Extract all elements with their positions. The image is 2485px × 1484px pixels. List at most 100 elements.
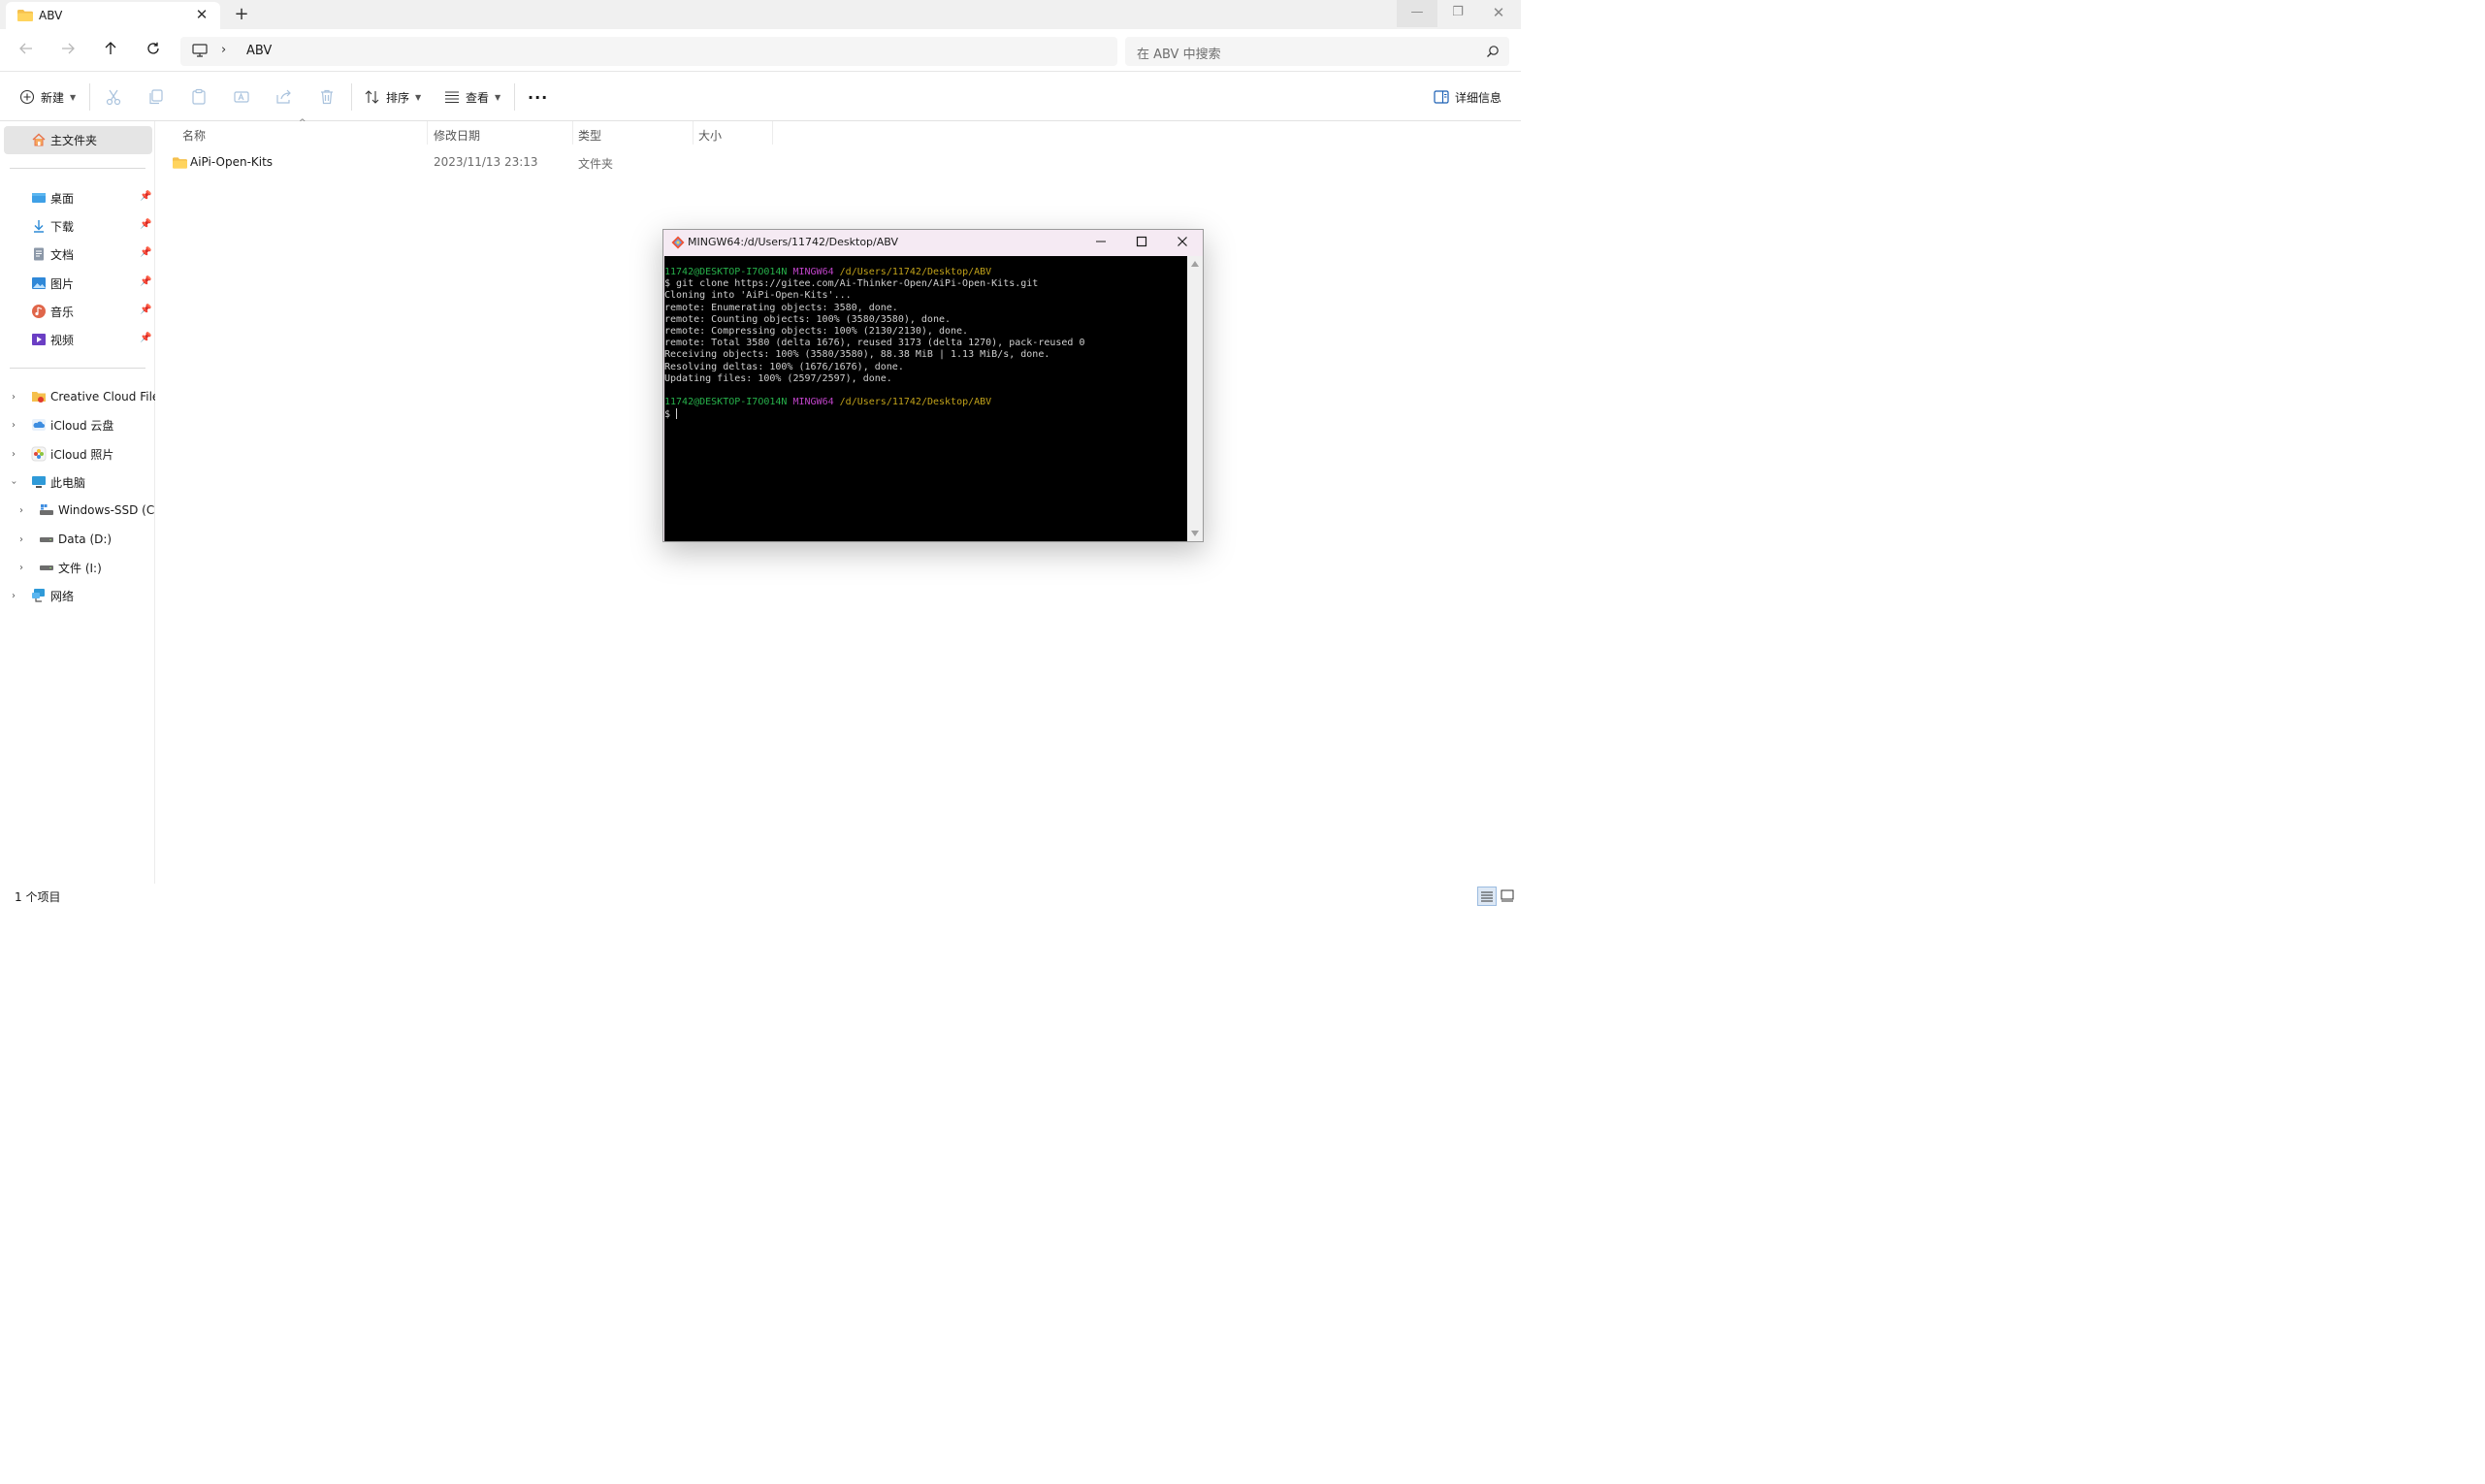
column-header-size[interactable]: 大小 <box>698 127 722 144</box>
scroll-down-icon[interactable] <box>1191 531 1199 536</box>
sidebar-item-videos[interactable]: 视频 <box>31 327 74 352</box>
prompt-env: MINGW64 <box>792 267 834 277</box>
new-tab-button[interactable]: + <box>231 4 252 25</box>
breadcrumb-item-abv[interactable]: ABV <box>246 44 272 58</box>
terminal-scrollbar[interactable] <box>1187 256 1203 541</box>
chevron-right-icon[interactable]: › <box>12 392 16 403</box>
sidebar-item-documents[interactable]: 文档 <box>31 242 74 267</box>
minimize-icon <box>1096 241 1106 242</box>
video-icon <box>32 334 46 345</box>
prompt-symbol: $ <box>664 409 677 421</box>
sidebar-item-drive-d[interactable]: › Data (D:) <box>19 527 112 552</box>
sidebar-item-label: 此电脑 <box>50 475 86 490</box>
cut-icon[interactable] <box>105 88 122 106</box>
minimize-button[interactable]: — <box>1397 0 1437 27</box>
chevron-right-icon[interactable]: › <box>12 449 16 460</box>
sidebar-item-music[interactable]: 音乐 <box>31 299 74 324</box>
pin-icon[interactable]: 📌 <box>140 305 151 315</box>
up-button[interactable] <box>99 40 122 63</box>
refresh-icon <box>147 42 159 54</box>
delete-icon[interactable] <box>318 88 336 106</box>
breadcrumb[interactable]: › ABV <box>180 37 1117 66</box>
column-header-type[interactable]: 类型 <box>578 127 601 144</box>
chevron-right-icon[interactable]: › <box>19 563 23 573</box>
sort-button[interactable]: 排序 ▼ <box>365 84 421 110</box>
more-options-button[interactable]: ··· <box>528 84 548 110</box>
this-pc-icon <box>192 44 208 57</box>
forward-button[interactable] <box>56 40 80 63</box>
column-header-date[interactable]: 修改日期 <box>434 127 480 144</box>
sidebar-item-icloud-photos[interactable]: › iCloud 照片 <box>12 441 113 467</box>
share-icon[interactable] <box>275 88 293 106</box>
close-window-button[interactable]: ✕ <box>1478 0 1519 27</box>
sidebar-item-desktop[interactable]: 桌面 <box>31 185 74 210</box>
breadcrumb-separator[interactable]: › <box>221 43 226 57</box>
item-count: 1 个项目 <box>15 890 61 904</box>
divider <box>89 83 90 111</box>
sidebar-item-pictures[interactable]: 图片 <box>31 271 74 296</box>
tab-close-icon[interactable]: ✕ <box>193 6 210 23</box>
chevron-down-icon[interactable]: › <box>9 480 19 484</box>
output-line: Cloning into 'AiPi-Open-Kits'... <box>664 290 852 302</box>
sidebar-item-icloud-drive[interactable]: › iCloud 云盘 <box>12 412 113 437</box>
sidebar-item-drive-c[interactable]: › Windows-SSD (C:) <box>19 498 163 523</box>
terminal-maximize-button[interactable] <box>1129 233 1154 254</box>
new-button[interactable]: 新建 ▼ <box>19 84 76 110</box>
tab-abv[interactable]: ABV ✕ <box>6 2 220 29</box>
sidebar-item-drive-i[interactable]: › 文件 (I:) <box>19 555 102 580</box>
terminal-close-button[interactable] <box>1170 233 1195 254</box>
rename-icon[interactable] <box>233 88 250 106</box>
scroll-up-icon[interactable] <box>1191 261 1199 267</box>
sidebar-item-this-pc[interactable]: › 此电脑 <box>9 469 86 495</box>
column-header-name[interactable]: 名称 <box>182 127 206 144</box>
view-button[interactable]: 查看 ▼ <box>444 84 500 110</box>
terminal-window[interactable]: MINGW64:/d/Users/11742/Desktop/ABV 11742… <box>662 229 1204 542</box>
desktop-icon <box>32 193 46 203</box>
sidebar-item-label: Data (D:) <box>58 532 113 546</box>
table-row[interactable]: AiPi-Open-Kits 2023/11/13 23:13 文件夹 <box>165 154 766 177</box>
back-button[interactable] <box>15 40 38 63</box>
search-icon[interactable] <box>1486 45 1500 58</box>
chevron-right-icon[interactable]: › <box>12 420 16 431</box>
details-pane-button[interactable]: 详细信息 <box>1434 84 1501 110</box>
terminal-output[interactable]: 11742@DESKTOP-I7O014N MINGW64 /d/Users/1… <box>664 256 1187 541</box>
sidebar-item-label: 下载 <box>50 219 75 234</box>
copy-icon[interactable] <box>147 88 165 106</box>
sort-ascending-icon: ^ <box>299 118 307 128</box>
column-divider[interactable] <box>572 121 573 145</box>
tiles-view-button[interactable] <box>1499 887 1518 906</box>
paste-icon[interactable] <box>190 88 208 106</box>
restore-button[interactable]: ❐ <box>1437 0 1478 27</box>
pin-icon[interactable]: 📌 <box>140 276 151 287</box>
pin-icon[interactable]: 📌 <box>140 333 151 343</box>
sidebar-item-downloads[interactable]: 下载 <box>31 213 74 239</box>
pin-icon[interactable]: 📌 <box>140 219 151 230</box>
details-pane-icon <box>1434 90 1449 104</box>
column-divider[interactable] <box>427 121 428 145</box>
sidebar-item-creative-cloud[interactable]: › Creative Cloud Files <box>12 384 166 409</box>
divider <box>514 83 515 111</box>
pin-icon[interactable]: 📌 <box>140 191 151 202</box>
chevron-right-icon[interactable]: › <box>19 534 23 545</box>
terminal-title-bar[interactable]: MINGW64:/d/Users/11742/Desktop/ABV <box>663 230 1203 256</box>
details-view-button[interactable] <box>1477 887 1497 906</box>
sort-label: 排序 <box>386 90 410 105</box>
chevron-right-icon[interactable]: › <box>19 505 23 516</box>
column-divider[interactable] <box>772 121 773 145</box>
column-divider[interactable] <box>693 121 694 145</box>
search-input[interactable]: 在 ABV 中搜索 <box>1125 37 1509 66</box>
refresh-button[interactable] <box>142 40 165 63</box>
terminal-minimize-button[interactable] <box>1088 233 1113 254</box>
divider <box>10 168 145 169</box>
sidebar-item-label: 音乐 <box>50 305 75 319</box>
this-pc-icon <box>32 476 46 488</box>
sidebar-item-label: 视频 <box>50 333 75 347</box>
sidebar-item-network[interactable]: › 网络 <box>12 583 74 608</box>
icloud-photos-icon <box>31 446 47 462</box>
pin-icon[interactable]: 📌 <box>140 247 151 258</box>
chevron-right-icon[interactable]: › <box>12 591 16 601</box>
prompt-user: 11742@DESKTOP-I7O014N <box>664 267 788 277</box>
output-line: Receiving objects: 100% (3580/3580), 88.… <box>664 349 1050 361</box>
sidebar-item-label: Creative Cloud Files <box>50 390 166 403</box>
sidebar-item-home[interactable]: 主文件夹 <box>4 126 152 154</box>
